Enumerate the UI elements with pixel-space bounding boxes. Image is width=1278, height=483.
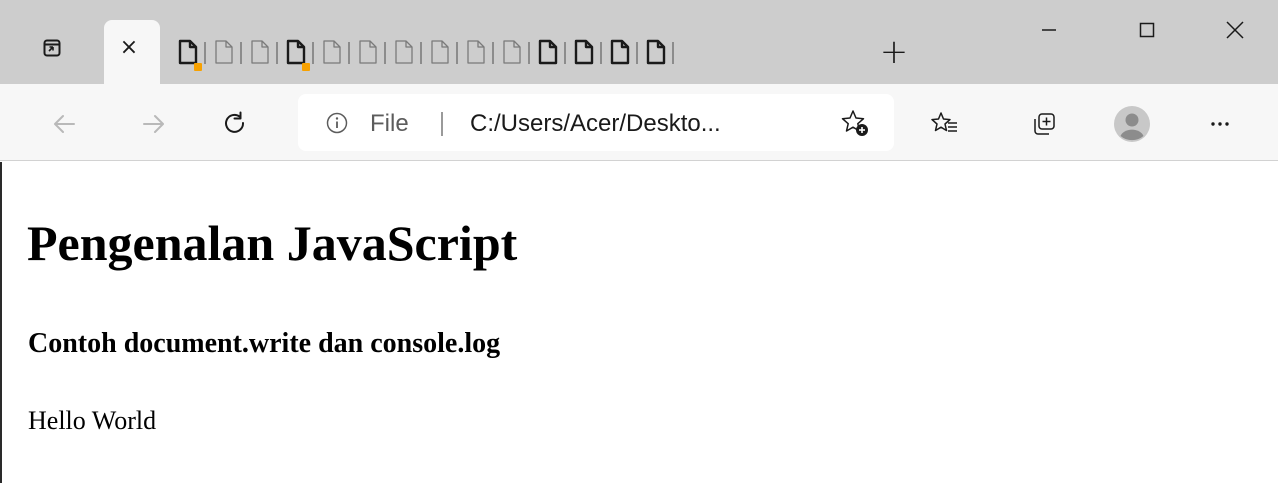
close-window-button[interactable]: [1212, 12, 1258, 48]
tab-activity-badge: [194, 63, 202, 71]
add-favorite-icon[interactable]: [840, 108, 870, 138]
favorites-button[interactable]: [925, 104, 965, 144]
more-icon: [1211, 122, 1229, 126]
maximize-button[interactable]: [1124, 12, 1170, 48]
info-icon[interactable]: [326, 112, 348, 134]
page-content: Pengenalan JavaScript Contoh document.wr…: [0, 162, 1278, 483]
pinned-tab[interactable]: [386, 32, 422, 72]
avatar-icon: [1114, 106, 1150, 142]
pinned-tab[interactable]: [494, 32, 530, 72]
pinned-tab[interactable]: [602, 32, 638, 72]
document-icon: [215, 40, 233, 64]
refresh-button[interactable]: [215, 104, 255, 144]
address-divider: [441, 112, 443, 136]
maximize-icon: [1139, 22, 1155, 38]
pinned-tab[interactable]: [278, 32, 314, 72]
pinned-tab[interactable]: [530, 32, 566, 72]
tab-activity-badge: [302, 63, 310, 71]
pinned-tab[interactable]: [458, 32, 494, 72]
url-scheme-label: File: [370, 110, 409, 137]
close-icon: [1226, 21, 1244, 39]
page-text: Hello World: [28, 406, 157, 435]
pinned-tab[interactable]: [170, 32, 206, 72]
collections-icon: [1034, 113, 1055, 135]
document-icon: [359, 40, 377, 64]
document-icon: [178, 39, 198, 65]
pinned-tab[interactable]: [314, 32, 350, 72]
back-button[interactable]: [44, 104, 84, 144]
toolbar: File C:/Users/Acer/Deskto...: [0, 84, 1278, 161]
pinned-tab[interactable]: [566, 32, 602, 72]
collections-button[interactable]: [1024, 104, 1064, 144]
arrow-left-icon: [54, 115, 75, 133]
page-heading: Pengenalan JavaScript: [27, 215, 518, 271]
document-icon: [503, 40, 521, 64]
more-button[interactable]: [1200, 104, 1240, 144]
pinned-tab[interactable]: [206, 32, 242, 72]
tab-actions-button[interactable]: [36, 32, 68, 64]
refresh-icon: [225, 111, 245, 133]
document-icon: [251, 40, 269, 64]
pinned-tab[interactable]: [350, 32, 386, 72]
document-icon: [646, 39, 666, 65]
tab-separator: [672, 42, 674, 64]
document-icon: [574, 39, 594, 65]
tab-close-button[interactable]: ×: [116, 34, 142, 60]
document-icon: [323, 40, 341, 64]
document-icon: [610, 39, 630, 65]
document-icon: [467, 40, 485, 64]
pinned-tab[interactable]: [422, 32, 458, 72]
active-tab[interactable]: ×: [104, 20, 160, 84]
tab-actions-icon: [43, 39, 61, 57]
document-icon: [395, 40, 413, 64]
document-icon: [431, 40, 449, 64]
document-icon: [538, 39, 558, 65]
pinned-tabs: [170, 32, 674, 72]
document-icon: [286, 39, 306, 65]
address-bar[interactable]: File C:/Users/Acer/Deskto...: [298, 94, 894, 151]
url-text[interactable]: C:/Users/Acer/Deskto...: [470, 110, 721, 138]
favorites-icon: [931, 112, 957, 132]
arrow-right-icon: [143, 115, 164, 133]
tab-strip: × +: [0, 0, 1278, 84]
minimize-button[interactable]: [1026, 12, 1072, 48]
pinned-tab[interactable]: [638, 32, 674, 72]
page-subheading: Contoh document.write dan console.log: [28, 328, 501, 359]
minimize-icon: [1042, 29, 1056, 31]
forward-button[interactable]: [134, 104, 174, 144]
profile-button[interactable]: [1112, 104, 1152, 144]
pinned-tab[interactable]: [242, 32, 278, 72]
new-tab-button[interactable]: +: [876, 32, 912, 72]
